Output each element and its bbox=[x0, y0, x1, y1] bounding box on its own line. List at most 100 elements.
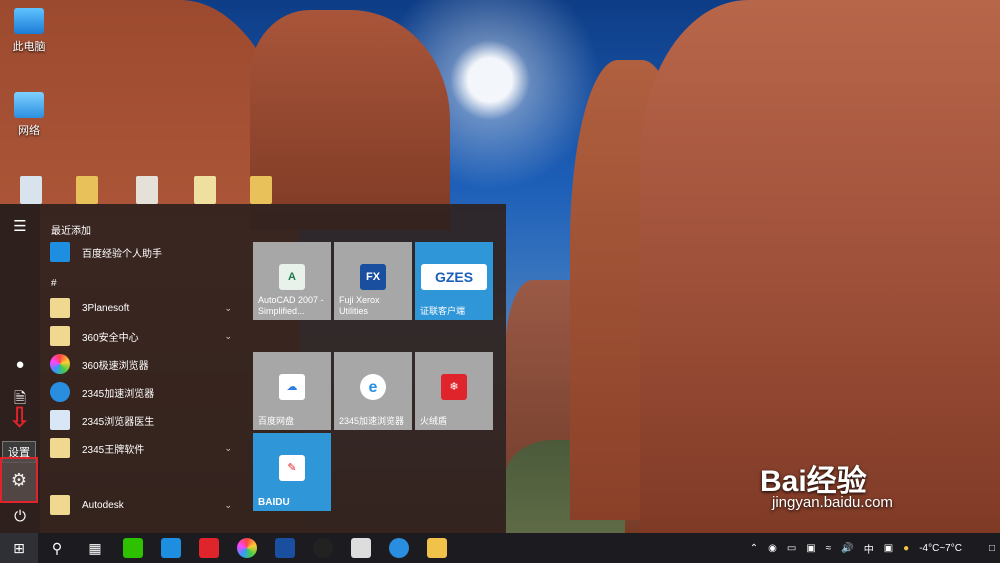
ime-indicator[interactable]: 中 bbox=[864, 541, 874, 556]
taskbar-app-explorer[interactable] bbox=[418, 533, 456, 563]
list-item-label: 2345浏览器医生 bbox=[82, 416, 155, 428]
app-icon bbox=[199, 538, 219, 558]
tile-baidu-netdisk[interactable]: ☁ 百度网盘 bbox=[253, 352, 331, 430]
taskbar-app-red[interactable] bbox=[190, 533, 228, 563]
tile-huorong[interactable]: ❄ 火绒盾 bbox=[415, 352, 493, 430]
document-icon[interactable] bbox=[136, 176, 158, 204]
tray-app-icon[interactable]: ◉ bbox=[768, 543, 777, 554]
taskbar-app-360-browser[interactable] bbox=[228, 533, 266, 563]
list-item-label: 2345加速浏览器 bbox=[82, 388, 155, 400]
taskbar-app-calculator[interactable] bbox=[152, 533, 190, 563]
tile-label: AutoCAD 2007 - Simplified... bbox=[258, 295, 324, 316]
list-item-label: 2345王牌软件 bbox=[82, 444, 145, 456]
watermark-url: jingyan.baidu.com bbox=[772, 494, 893, 511]
shield-icon: ❄ bbox=[441, 374, 467, 400]
pen-icon: ✎ bbox=[279, 455, 305, 481]
folder-icon bbox=[50, 495, 70, 515]
chevron-down-icon: ⌄ bbox=[224, 330, 232, 341]
task-view-icon[interactable]: ▦ bbox=[76, 533, 114, 563]
list-item-label: 360安全中心 bbox=[82, 332, 139, 344]
folder-icon bbox=[50, 438, 70, 458]
desktop-icon-label: 网络 bbox=[18, 125, 40, 137]
recycle-bin-icon[interactable] bbox=[20, 176, 42, 204]
taskbar-app-qq[interactable] bbox=[304, 533, 342, 563]
tile-label: 百度网盘 bbox=[258, 416, 295, 426]
battery-icon[interactable]: ▭ bbox=[787, 543, 796, 554]
baidu-assistant-icon bbox=[50, 242, 70, 262]
app-icon bbox=[161, 538, 181, 558]
list-item[interactable]: 2345加速浏览器 bbox=[50, 379, 240, 405]
taskbar-app-fox[interactable] bbox=[342, 533, 380, 563]
cloud-icon: ☁ bbox=[279, 374, 305, 400]
wallpaper-rock bbox=[640, 0, 1000, 533]
image-file-icon[interactable] bbox=[194, 176, 216, 204]
start-menu-rail: ☰ ● 🗎 ⇩ 设置 ⚙ ⏻ bbox=[0, 204, 40, 533]
360-browser-icon bbox=[50, 354, 70, 374]
tile-fuji-xerox[interactable]: FX Fuji Xerox Utilities bbox=[334, 242, 412, 320]
hamburger-menu-icon[interactable]: ☰ bbox=[0, 210, 40, 242]
list-item[interactable]: 360极速浏览器 bbox=[50, 351, 240, 377]
tile-zhenglian[interactable]: GZES 证联客户端 bbox=[415, 242, 493, 320]
red-arrow-annotation: ⇩ bbox=[8, 402, 32, 433]
list-item-label: 百度经验个人助手 bbox=[82, 248, 162, 260]
tile-label: BAIDU bbox=[258, 497, 290, 508]
chevron-down-icon: ⌄ bbox=[224, 302, 232, 313]
weather-temperature[interactable]: -4°C~7°C bbox=[919, 543, 962, 554]
app-list: 最近添加 百度经验个人助手 # 3Planesoft ⌄ 360安全中心 ⌄ 3… bbox=[46, 204, 246, 533]
list-item-label: Autodesk bbox=[82, 499, 124, 511]
fox-icon bbox=[351, 538, 371, 558]
user-avatar[interactable]: ● bbox=[0, 348, 40, 380]
printer-icon bbox=[275, 538, 295, 558]
chevron-down-icon: ⌄ bbox=[224, 499, 232, 510]
gear-icon: ⚙ bbox=[10, 469, 28, 490]
taskbar-app-fuji-xerox[interactable] bbox=[266, 533, 304, 563]
folder-icon[interactable] bbox=[250, 176, 272, 204]
chevron-down-icon: ⌄ bbox=[224, 442, 232, 453]
volume-icon[interactable]: 🔊 bbox=[841, 543, 853, 554]
tile-label: Fuji Xerox Utilities bbox=[339, 295, 380, 316]
tray-app-icon[interactable]: ▣ bbox=[806, 543, 815, 554]
folder-icon[interactable] bbox=[76, 176, 98, 204]
tile-autocad[interactable]: A AutoCAD 2007 - Simplified... bbox=[253, 242, 331, 320]
tile-2345-browser[interactable]: e 2345加速浏览器 bbox=[334, 352, 412, 430]
desktop-icon-label: 此电脑 bbox=[12, 41, 46, 53]
taskbar-app-wechat[interactable] bbox=[114, 533, 152, 563]
recent-header: 最近添加 bbox=[51, 226, 91, 237]
computer-icon bbox=[14, 8, 44, 34]
browser-e-icon: e bbox=[360, 374, 386, 400]
folder-icon bbox=[427, 538, 447, 558]
weather-icon[interactable]: ● bbox=[903, 543, 909, 554]
start-menu: ☰ ● 🗎 ⇩ 设置 ⚙ ⏻ 最近添加 百度经验个人助手 # 3Planesof… bbox=[0, 204, 506, 533]
list-item[interactable]: 3Planesoft ⌄ bbox=[50, 295, 240, 321]
tile-baidu-assistant[interactable]: ✎ BAIDU bbox=[253, 433, 331, 511]
qq-icon bbox=[313, 538, 333, 558]
windows-start-button[interactable]: ⊞ bbox=[0, 533, 38, 563]
tray-app-icon[interactable]: ▣ bbox=[884, 543, 893, 554]
settings-button[interactable]: ⚙ bbox=[0, 457, 38, 503]
list-item[interactable]: 360安全中心 ⌄ bbox=[50, 323, 240, 349]
folder-icon bbox=[50, 326, 70, 346]
wallpaper-rock bbox=[250, 10, 450, 230]
wechat-icon bbox=[123, 538, 143, 558]
list-item[interactable]: 百度经验个人助手 bbox=[50, 239, 240, 265]
chevron-up-icon[interactable]: ⌃ bbox=[750, 543, 758, 554]
search-icon[interactable]: ⚲ bbox=[38, 533, 76, 563]
wifi-icon[interactable]: ≈ bbox=[826, 543, 832, 554]
list-item-label: 360极速浏览器 bbox=[82, 360, 149, 372]
taskbar-app-browser[interactable] bbox=[380, 533, 418, 563]
desktop-icon-network[interactable]: 网络 bbox=[4, 92, 54, 138]
list-item-label: 3Planesoft bbox=[82, 302, 130, 314]
power-icon[interactable]: ⏻ bbox=[0, 500, 40, 532]
list-item[interactable]: Autodesk ⌄ bbox=[50, 492, 240, 518]
browser-e-icon bbox=[50, 382, 70, 402]
notification-icon[interactable]: □ bbox=[989, 543, 995, 554]
folder-icon bbox=[50, 298, 70, 318]
browser-e-icon bbox=[389, 538, 409, 558]
autocad-icon: A bbox=[279, 264, 305, 290]
desktop-icon-this-pc[interactable]: 此电脑 bbox=[4, 8, 54, 54]
360-browser-icon bbox=[237, 538, 257, 558]
network-icon bbox=[14, 92, 44, 118]
list-item[interactable]: 2345浏览器医生 bbox=[50, 407, 240, 433]
list-item[interactable]: 2345王牌软件 ⌄ bbox=[50, 435, 240, 461]
tile-label: 2345加速浏览器 bbox=[339, 416, 405, 426]
